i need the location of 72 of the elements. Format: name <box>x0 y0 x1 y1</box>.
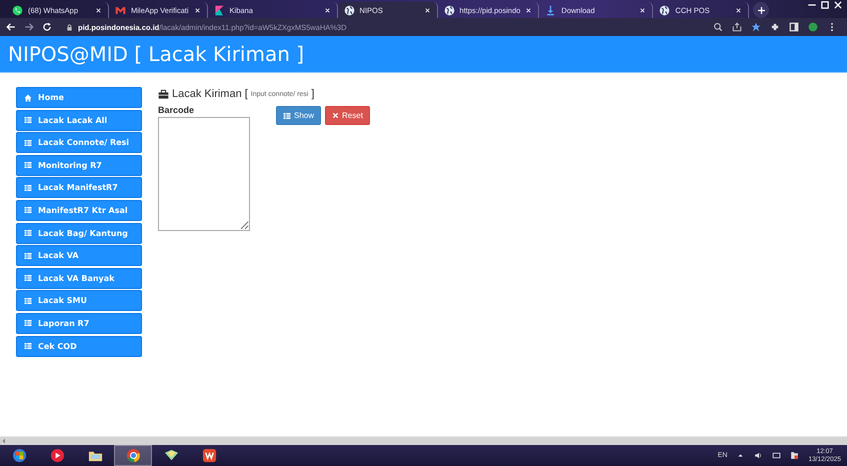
close-icon <box>332 112 340 119</box>
taskbar-app[interactable] <box>114 445 152 466</box>
close-icon <box>424 6 431 14</box>
monitor-icon <box>772 451 782 460</box>
sidebar-item[interactable]: Lacak VA Banyak <box>16 268 142 289</box>
bracket-text: ] <box>311 88 314 100</box>
windows-logo-icon <box>12 448 26 463</box>
kibana-logo-icon <box>214 4 225 16</box>
office-icon <box>202 448 216 463</box>
forward-icon <box>24 22 34 32</box>
home-icon <box>24 94 32 102</box>
chat-icon <box>12 4 23 16</box>
plus-icon <box>756 6 766 14</box>
globe-icon <box>659 4 670 16</box>
new-tab-button[interactable] <box>753 2 770 18</box>
close-icon <box>525 6 532 14</box>
sidebar-item[interactable]: ManifestR7 Ktr Asal <box>16 200 142 221</box>
close-icon <box>95 6 102 14</box>
zoom-icon <box>713 22 723 32</box>
table-icon <box>24 206 32 214</box>
extension-icon <box>770 22 780 32</box>
sidebar-item[interactable]: Lacak ManifestR7 <box>16 177 142 198</box>
section-heading: Lacak Kiriman <box>172 88 242 100</box>
table-icon <box>24 184 32 192</box>
table-icon <box>24 229 32 238</box>
field-label: Barcode <box>158 105 196 115</box>
sidebar-item[interactable]: Lacak Lacak All <box>16 110 142 131</box>
globe-icon <box>344 4 355 16</box>
sidebar-item[interactable]: Laporan R7 <box>16 312 142 334</box>
star-icon <box>751 22 761 32</box>
action-button[interactable]: Show <box>276 106 322 125</box>
avatar-icon <box>808 22 818 32</box>
mail-icon <box>115 4 126 16</box>
barcode-field[interactable] <box>158 117 250 231</box>
table-icon <box>24 296 32 305</box>
sidebar-item[interactable]: Lacak SMU <box>16 290 142 312</box>
table-icon <box>24 342 32 350</box>
sidebar-item[interactable]: Lacak VA <box>16 245 142 266</box>
table-icon <box>24 161 32 170</box>
sidebar-item[interactable]: Home <box>16 87 142 108</box>
table-icon <box>24 274 32 282</box>
globe-icon <box>444 4 455 16</box>
close-icon <box>194 6 201 14</box>
back-icon <box>6 22 16 32</box>
briefcase-icon <box>158 88 169 100</box>
notes-icon <box>164 448 178 463</box>
table-icon <box>283 112 291 120</box>
close-icon <box>735 6 742 14</box>
action-button[interactable]: Reset <box>325 106 370 125</box>
share-icon <box>732 22 742 32</box>
speaker-icon <box>754 451 764 460</box>
flag-icon <box>790 451 800 460</box>
music-icon <box>50 448 64 463</box>
table-icon <box>24 116 32 124</box>
maximize-icon <box>820 0 830 10</box>
sidebar-icon <box>789 22 799 32</box>
bracket-text: [ <box>244 88 248 100</box>
close-icon <box>833 0 843 10</box>
download-icon <box>545 4 556 16</box>
page-title: NIPOS@MID [ Lacak Kiriman ] <box>7 41 306 68</box>
sidebar-item[interactable]: Lacak Connote/ Resi <box>16 132 142 154</box>
sidebar-item[interactable]: Cek COD <box>16 336 142 357</box>
table-icon <box>24 252 32 260</box>
close-icon <box>324 6 331 14</box>
sidebar-item[interactable]: Lacak Bag/ Kantung <box>16 222 142 244</box>
table-icon <box>24 319 32 328</box>
close-icon <box>639 6 646 14</box>
reload-icon <box>42 22 52 32</box>
browser-icon <box>126 448 140 463</box>
sidebar-item[interactable]: Monitoring R7 <box>16 154 142 176</box>
table-icon <box>24 138 32 147</box>
lock-icon <box>66 24 73 30</box>
